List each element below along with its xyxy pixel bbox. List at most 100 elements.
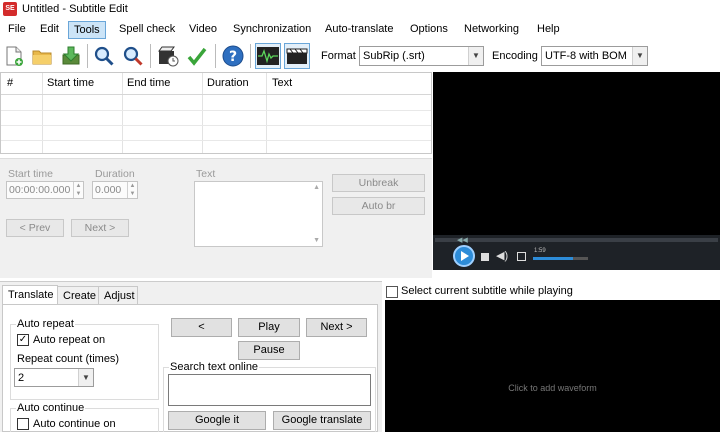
auto-br-button[interactable]: Auto br (332, 197, 425, 215)
format-value: SubRip (.srt) (363, 50, 425, 62)
grid-header-divider (1, 94, 431, 95)
app-icon: SE (3, 2, 17, 16)
unbreak-button[interactable]: Unbreak (332, 174, 425, 192)
video-controls: ◀◀ ◀) 1:59 (433, 235, 720, 270)
menu-edit[interactable]: Edit (35, 21, 64, 39)
scroll-up-icon[interactable]: ▲ (313, 184, 320, 191)
subtitle-text-input[interactable]: ▲ ▼ (194, 181, 323, 247)
title-bar: SE Untitled - Subtitle Edit (0, 0, 720, 19)
help-icon[interactable]: ? (220, 43, 246, 69)
subtitle-grid[interactable]: # Start time End time Duration Text (0, 72, 432, 154)
search-text-input[interactable] (168, 374, 371, 406)
menu-tools[interactable]: Tools (68, 21, 106, 39)
search-online-title: Search text online (169, 361, 260, 373)
scroll-down-icon[interactable]: ▼ (313, 237, 320, 244)
pause-button[interactable]: Pause (238, 341, 300, 360)
column-divider (122, 73, 123, 153)
menu-bar: File Edit Tools Spell check Video Synchr… (0, 19, 720, 41)
chevron-down-icon: ▼ (78, 369, 93, 386)
grid-row-line (1, 110, 431, 111)
menu-synchronization[interactable]: Synchronization (228, 21, 316, 39)
prev-button[interactable]: < Prev (6, 219, 64, 237)
tab-create[interactable]: Create (57, 286, 99, 306)
repeat-count-label: Repeat count (times) (17, 353, 120, 365)
toolbar-separator (250, 44, 251, 68)
fullscreen-icon[interactable] (517, 252, 526, 261)
volume-track[interactable] (533, 257, 588, 260)
find-icon[interactable] (91, 43, 117, 69)
save-download-icon[interactable] (58, 43, 84, 69)
next-button[interactable]: Next > (71, 219, 129, 237)
play-text-button[interactable]: Play (238, 318, 300, 337)
play-icon (461, 251, 469, 261)
volume-icon[interactable]: ◀) (496, 249, 508, 262)
replace-icon[interactable] (120, 43, 146, 69)
waveform-toggle-icon[interactable] (255, 43, 281, 69)
grid-row-line (1, 140, 431, 141)
encoding-label: Encoding (492, 50, 538, 62)
play-button[interactable] (453, 245, 475, 267)
menu-spell-check[interactable]: Spell check (114, 21, 180, 39)
waveform-placeholder[interactable]: Click to add waveform (385, 383, 720, 393)
text-label: Text (196, 168, 216, 180)
toolbar-separator (150, 44, 151, 68)
auto-continue-on-label: Auto continue on (33, 418, 116, 430)
column-header-number[interactable]: # (7, 77, 13, 89)
volume-level (533, 257, 573, 260)
format-select[interactable]: SubRip (.srt) ▼ (359, 46, 484, 66)
duration-label: Duration (95, 168, 135, 180)
new-file-icon[interactable] (1, 43, 27, 69)
column-header-start-time[interactable]: Start time (47, 77, 94, 89)
duration-input[interactable]: 0.000 ▲ ▼ (92, 181, 138, 199)
visual-sync-icon[interactable] (155, 43, 181, 69)
repeat-count-select[interactable]: 2 ▼ (14, 368, 94, 387)
google-translate-button[interactable]: Google translate (273, 411, 371, 430)
duration-value: 0.000 (95, 184, 122, 196)
video-toggle-icon[interactable] (284, 43, 310, 69)
start-time-label: Start time (8, 168, 53, 180)
open-folder-icon[interactable] (29, 43, 55, 69)
toolbar-separator (215, 44, 216, 68)
time-readout: 1:59 (534, 248, 546, 254)
column-header-end-time[interactable]: End time (127, 77, 170, 89)
repeat-count-value: 2 (18, 372, 25, 384)
format-label: Format (321, 50, 356, 62)
chevron-down-icon: ▼ (632, 47, 647, 65)
menu-options[interactable]: Options (405, 21, 453, 39)
column-divider (266, 73, 267, 153)
start-time-value: 00:00:00.000 (9, 184, 71, 196)
menu-file[interactable]: File (3, 21, 31, 39)
stop-icon[interactable] (481, 253, 489, 261)
auto-repeat-group-title: Auto repeat (16, 318, 75, 330)
back-button[interactable]: < (171, 318, 232, 337)
spell-check-icon[interactable] (184, 43, 210, 69)
column-header-duration[interactable]: Duration (207, 77, 249, 89)
toolbar-separator (87, 44, 88, 68)
next-text-button[interactable]: Next > (306, 318, 367, 337)
google-it-button[interactable]: Google it (168, 411, 266, 430)
menu-video[interactable]: Video (184, 21, 222, 39)
menu-auto-translate[interactable]: Auto-translate (320, 21, 398, 39)
spinner-arrows-icon[interactable]: ▲ ▼ (73, 182, 83, 198)
spinner-arrows-icon[interactable]: ▲ ▼ (127, 182, 137, 198)
tab-adjust[interactable]: Adjust (98, 286, 138, 306)
waveform-panel[interactable]: Click to add waveform (385, 300, 720, 432)
column-divider (202, 73, 203, 153)
video-progress-track[interactable] (435, 238, 718, 242)
menu-networking[interactable]: Networking (459, 21, 524, 39)
select-current-checkbox[interactable] (386, 286, 398, 298)
auto-repeat-checkbox[interactable]: ✓ (17, 334, 29, 346)
svg-text:?: ? (229, 49, 237, 65)
grid-row-line (1, 125, 431, 126)
encoding-select[interactable]: UTF-8 with BOM ▼ (541, 46, 648, 66)
menu-help[interactable]: Help (532, 21, 565, 39)
select-current-label: Select current subtitle while playing (401, 285, 573, 297)
start-time-input[interactable]: 00:00:00.000 ▲ ▼ (6, 181, 84, 199)
encoding-value: UTF-8 with BOM (545, 50, 627, 62)
tab-translate[interactable]: Translate (2, 285, 58, 305)
auto-continue-checkbox[interactable] (17, 418, 29, 430)
column-divider (42, 73, 43, 153)
toolbar: ? Format SubRip (.srt) ▼ Encoding UTF-8 … (0, 41, 720, 71)
column-header-text[interactable]: Text (272, 77, 292, 89)
chevron-down-icon: ▼ (468, 47, 483, 65)
